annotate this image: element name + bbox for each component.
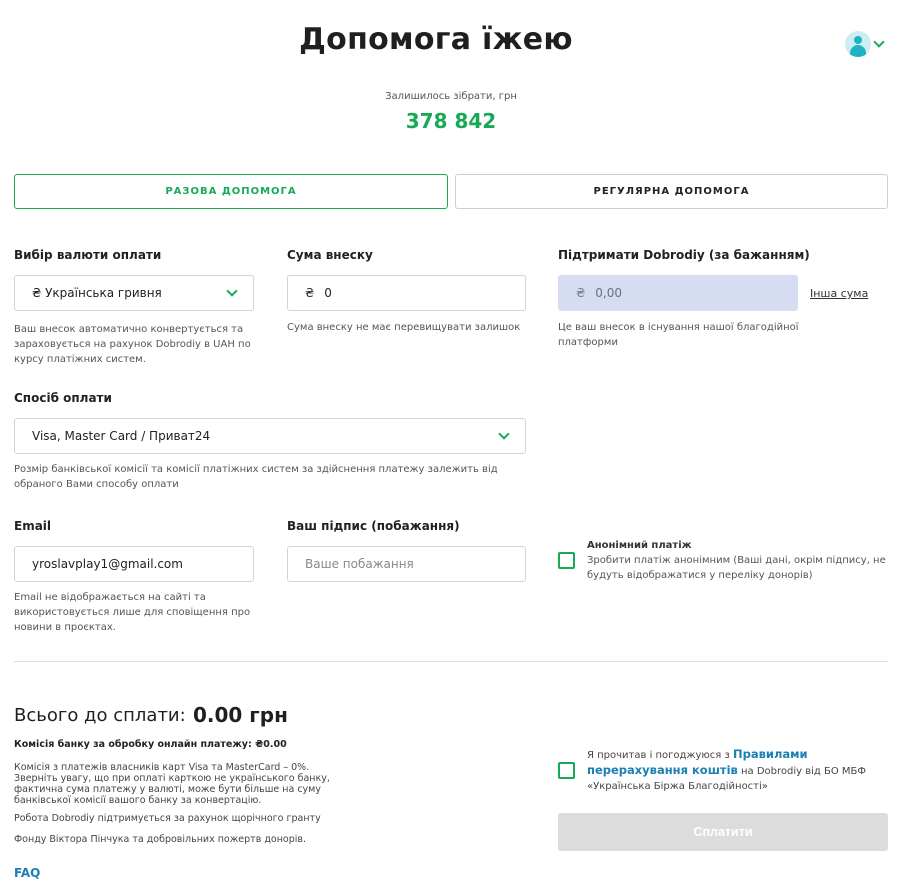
faq-link[interactable]: FAQ <box>14 866 40 880</box>
payment-method-label: Спосіб оплати <box>14 391 112 405</box>
tab-one-time[interactable]: РАЗОВА ДОПОМОГА <box>14 174 448 209</box>
currency-select[interactable]: ₴ Українська гривня <box>14 275 254 311</box>
remaining-label: Залишилось зібрати, грн <box>385 91 517 102</box>
total-label: Всього до сплати: <box>14 705 186 726</box>
fund-note: Фонду Віктора Пінчука та добровільних по… <box>14 834 307 845</box>
anonymous-title: Анонімний платіж <box>587 540 692 551</box>
email-help: Email не відображається на сайті та вико… <box>14 592 251 633</box>
email-label: Email <box>14 519 52 533</box>
page-title: Допомога їжею <box>299 22 573 57</box>
anonymous-checkbox[interactable] <box>558 552 575 569</box>
hryvnia-icon: ₴ <box>576 286 586 300</box>
signature-input[interactable] <box>305 557 508 571</box>
bank-fee: Комісія банку за обробку онлайн платежу:… <box>14 739 287 750</box>
amount-help: Сума внеску не має перевищувати залишок <box>287 322 521 333</box>
amount-label: Сума внеску <box>287 248 373 262</box>
chevron-down-icon <box>226 285 238 297</box>
agreement-text: Я прочитав і погоджуюся з Правилами пере… <box>587 747 877 794</box>
payment-method-selected: Visa, Master Card / Приват24 <box>32 429 211 443</box>
amount-field[interactable]: ₴ <box>287 275 526 311</box>
divider <box>14 661 888 662</box>
pay-button[interactable]: Сплатити <box>558 813 888 851</box>
currency-selected: ₴ Українська гривня <box>32 286 162 300</box>
chevron-down-icon <box>873 36 885 48</box>
tab-one-time-label: РАЗОВА ДОПОМОГА <box>165 186 297 197</box>
avatar-icon <box>845 31 871 57</box>
fee-note: Комісія з платежів власників карт Visa т… <box>14 762 330 806</box>
currency-help: Ваш внесок автоматично конвертується та … <box>14 324 251 365</box>
support-help: Це ваш внесок в існування нашої благодій… <box>558 322 799 348</box>
amount-input[interactable] <box>324 286 508 300</box>
payment-method-select[interactable]: Visa, Master Card / Приват24 <box>14 418 526 454</box>
signature-field[interactable] <box>287 546 526 582</box>
support-input[interactable] <box>595 286 780 300</box>
currency-label: Вибір валюти оплати <box>14 248 162 262</box>
remaining-value: 378 842 <box>405 109 497 133</box>
email-field[interactable] <box>14 546 254 582</box>
agreement-prefix: Я прочитав і погоджуюся з <box>587 750 730 761</box>
hryvnia-icon: ₴ <box>305 286 315 300</box>
chevron-down-icon <box>498 428 510 440</box>
other-amount-link[interactable]: Інша сума <box>810 287 868 300</box>
grant-note: Робота Dobrodiy підтримується за рахунок… <box>14 813 321 824</box>
total-value: 0.00 грн <box>193 703 288 727</box>
support-field[interactable]: ₴ <box>558 275 798 311</box>
payment-method-help: Розмір банківської комісії та комісії пл… <box>14 464 498 490</box>
support-label: Підтримати Dobrodiy (за бажанням) <box>558 248 810 262</box>
signature-label: Ваш підпис (побажання) <box>287 519 460 533</box>
agreement-checkbox[interactable] <box>558 762 575 779</box>
anonymous-text: Зробити платіж анонімним (Ваші дані, окр… <box>587 555 886 581</box>
user-menu[interactable] <box>845 30 891 58</box>
tab-regular-label: РЕГУЛЯРНА ДОПОМОГА <box>593 186 750 197</box>
tab-regular[interactable]: РЕГУЛЯРНА ДОПОМОГА <box>455 174 888 209</box>
email-input[interactable] <box>32 557 236 571</box>
